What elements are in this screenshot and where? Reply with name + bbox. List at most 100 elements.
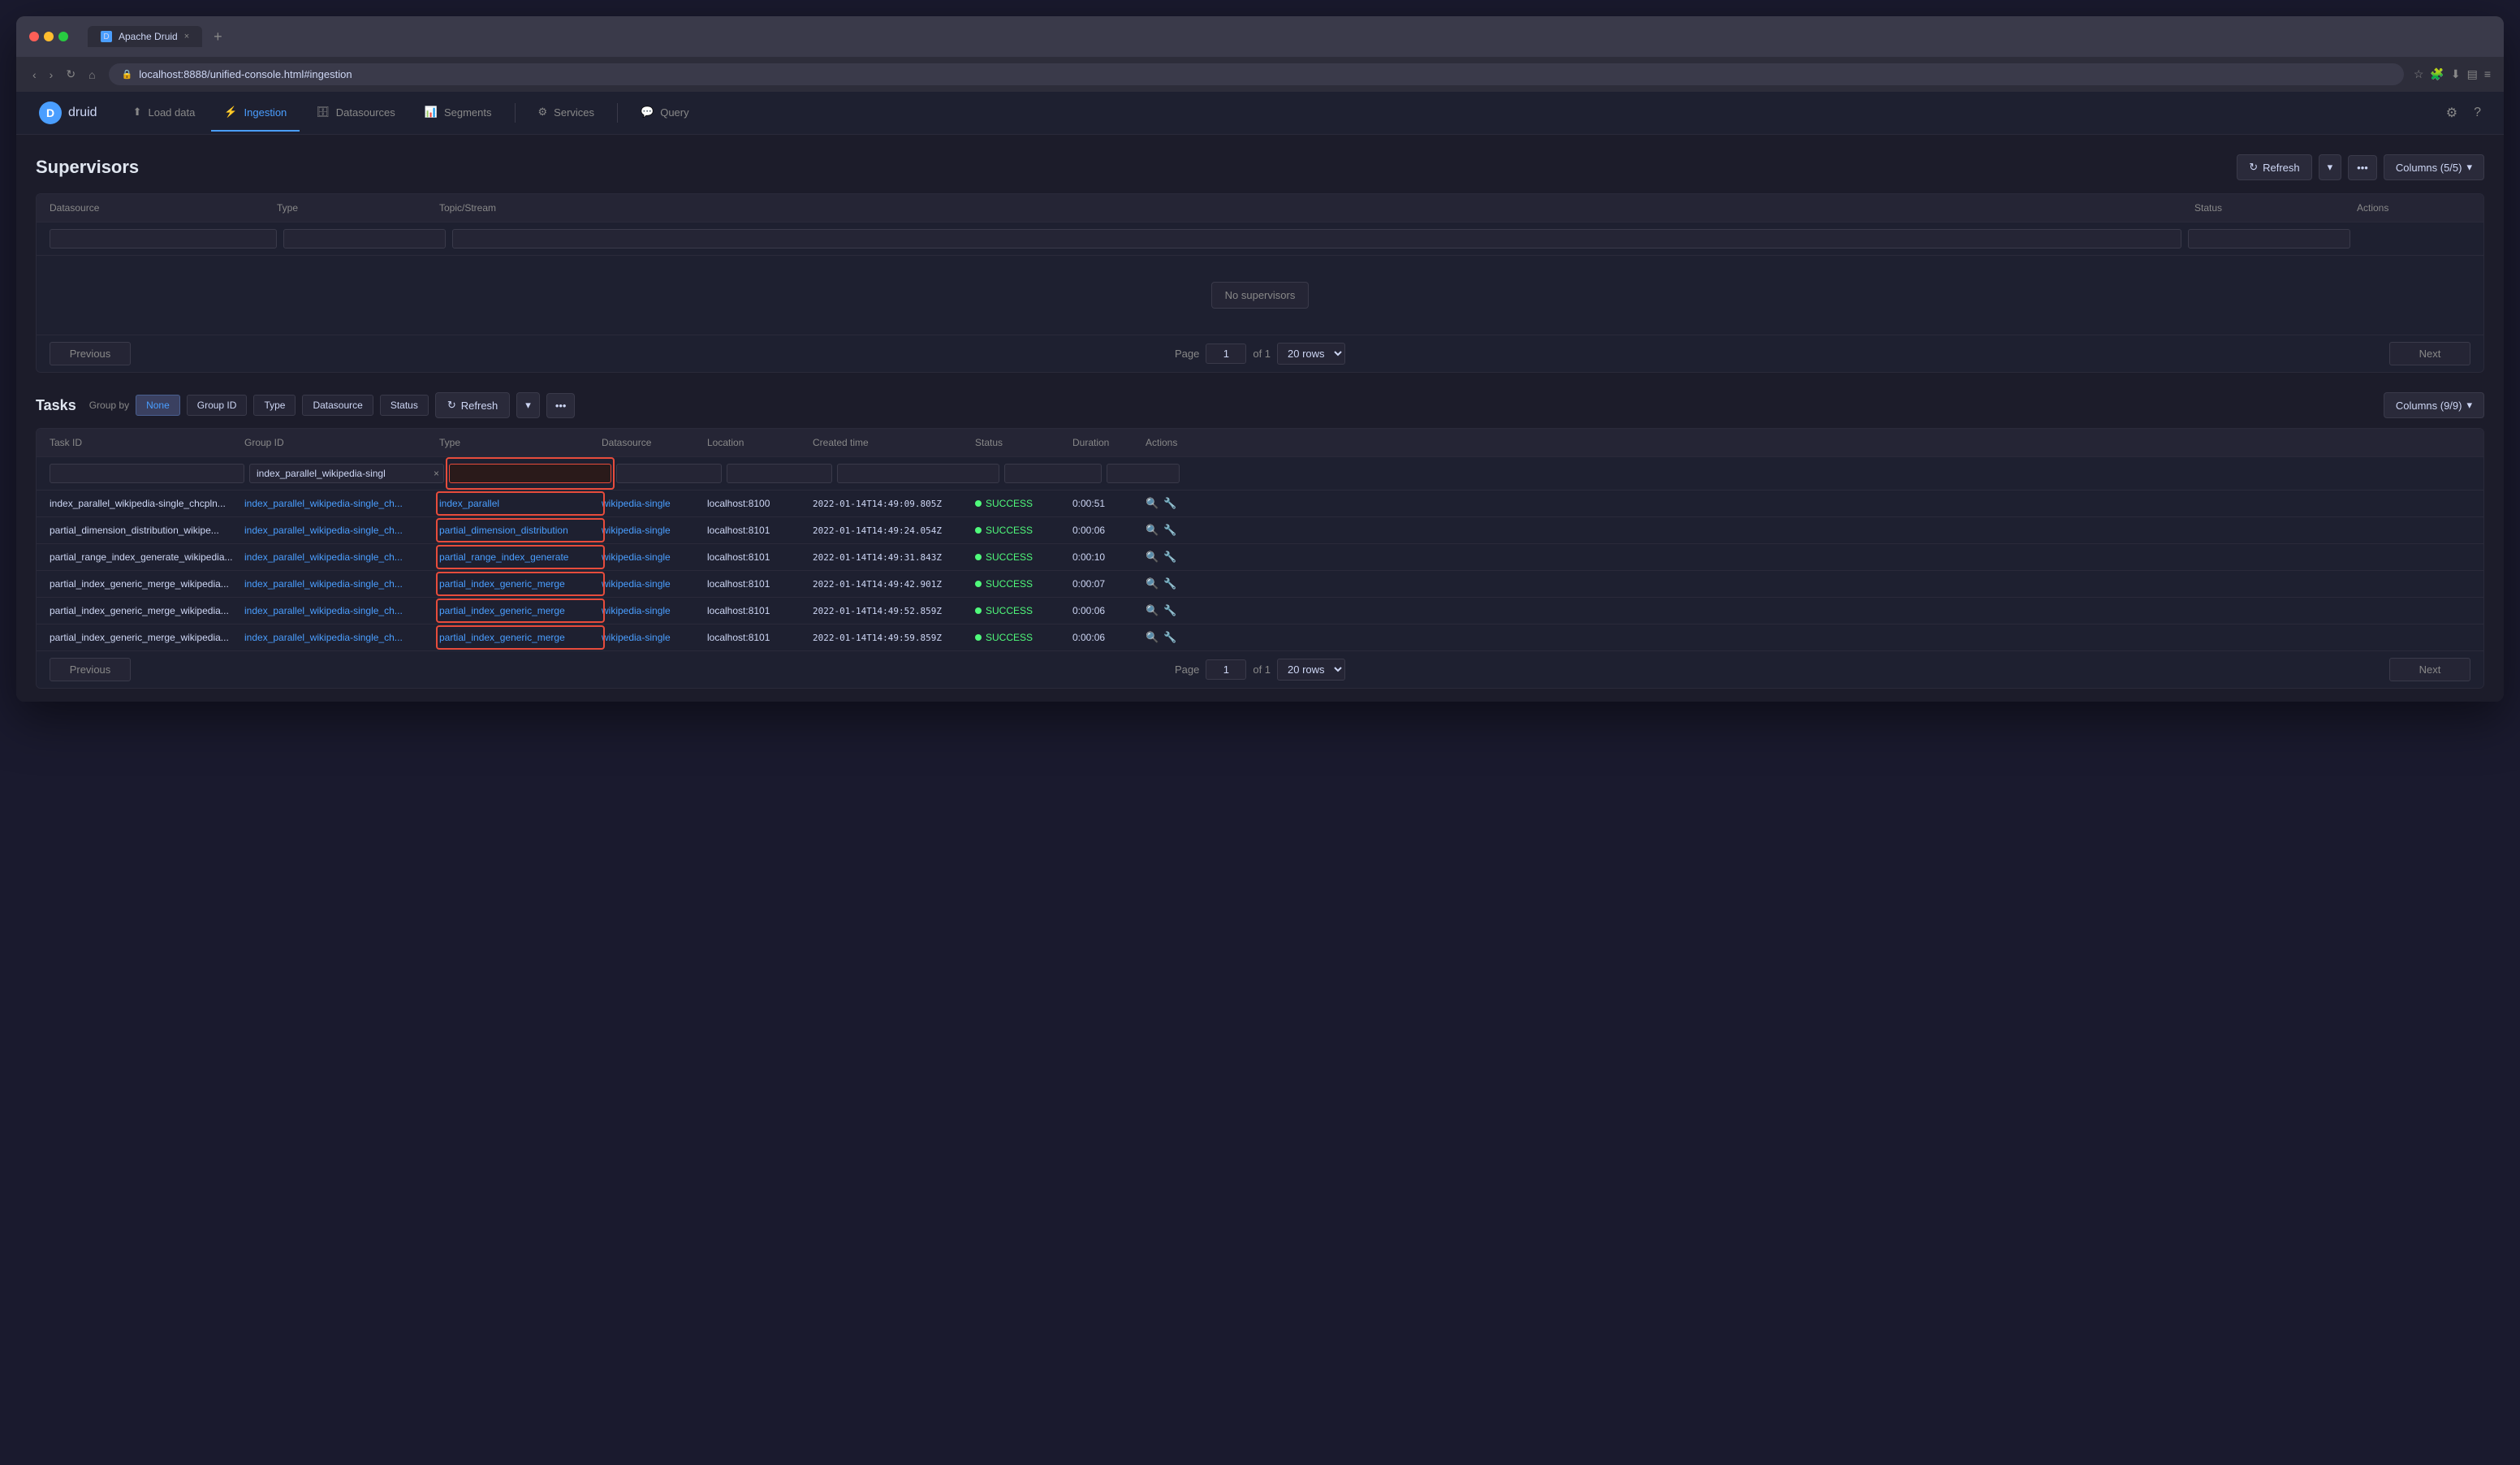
columns-chevron-icon: ▾ — [2466, 161, 2472, 174]
supervisors-page-input[interactable] — [1206, 344, 1246, 364]
row6-wrench-icon[interactable]: 🔧 — [1163, 631, 1176, 644]
row1-status-label: SUCCESS — [986, 498, 1033, 509]
row5-type-wrapper: partial_index_generic_merge — [439, 605, 602, 616]
row2-status-label: SUCCESS — [986, 525, 1033, 536]
row2-wrench-icon[interactable]: 🔧 — [1163, 524, 1176, 537]
nav-item-services[interactable]: ⚙ Services — [525, 94, 608, 132]
supervisors-previous-button[interactable]: Previous — [50, 342, 131, 365]
sidebar-icon[interactable]: ▤ — [2467, 67, 2478, 81]
supervisors-dropdown-button[interactable]: ▾ — [2319, 154, 2342, 180]
nav-item-query[interactable]: 💬 Query — [628, 94, 702, 132]
supervisors-columns-button[interactable]: Columns (5/5) ▾ — [2384, 154, 2484, 180]
row5-datasource[interactable]: wikipedia-single — [602, 605, 707, 616]
tasks-refresh-button[interactable]: ↻ Refresh — [435, 392, 510, 418]
browser-tab[interactable]: D Apache Druid × — [88, 26, 202, 47]
tasks-status-filter[interactable] — [1004, 464, 1102, 483]
tasks-group-id-filter[interactable] — [249, 464, 444, 483]
new-tab-button[interactable]: + — [209, 27, 227, 47]
supervisors-datasource-filter[interactable] — [50, 229, 277, 248]
nav-separator-2 — [617, 103, 618, 123]
close-window-button[interactable] — [29, 32, 39, 41]
row6-group-id[interactable]: index_parallel_wikipedia-single_ch... — [244, 632, 439, 643]
tab-close-button[interactable]: × — [184, 32, 189, 41]
tasks-more-button[interactable]: ••• — [546, 393, 576, 418]
druid-logo[interactable]: D druid — [32, 92, 104, 134]
tasks-group-id-clear-button[interactable]: × — [434, 469, 439, 478]
nav-item-load-data[interactable]: ⬆ Load data — [120, 94, 209, 132]
group-type-button[interactable]: Type — [253, 395, 296, 416]
row5-wrench-icon[interactable]: 🔧 — [1163, 604, 1176, 617]
row1-wrench-icon[interactable]: 🔧 — [1163, 497, 1176, 510]
row1-type[interactable]: index_parallel — [439, 498, 499, 509]
help-button[interactable]: ? — [2467, 98, 2488, 127]
supervisors-status-filter[interactable] — [2188, 229, 2350, 248]
back-button[interactable]: ‹ — [29, 66, 40, 83]
row2-group-id[interactable]: index_parallel_wikipedia-single_ch... — [244, 525, 439, 536]
row6-created: 2022-01-14T14:49:59.859Z — [813, 633, 975, 643]
menu-icon[interactable]: ≡ — [2484, 67, 2491, 81]
supervisors-type-filter[interactable] — [283, 229, 446, 248]
tasks-page-input[interactable] — [1206, 659, 1246, 680]
downloads-icon[interactable]: ⬇ — [2451, 67, 2461, 81]
extensions-icon[interactable]: 🧩 — [2430, 67, 2444, 81]
row1-datasource[interactable]: wikipedia-single — [602, 498, 707, 509]
group-datasource-button[interactable]: Datasource — [302, 395, 373, 416]
tasks-duration-filter[interactable] — [1107, 464, 1180, 483]
tasks-location-filter[interactable] — [727, 464, 832, 483]
tasks-task-id-filter[interactable] — [50, 464, 244, 483]
row4-view-icon[interactable]: 🔍 — [1146, 577, 1159, 590]
row2-datasource[interactable]: wikipedia-single — [602, 525, 707, 536]
settings-button[interactable]: ⚙ — [2440, 98, 2464, 127]
row1-view-icon[interactable]: 🔍 — [1146, 497, 1159, 510]
supervisors-pagination-center: Page of 1 20 rows — [1175, 343, 1345, 365]
tasks-rows-select[interactable]: 20 rows — [1277, 659, 1345, 681]
row4-wrench-icon[interactable]: 🔧 — [1163, 577, 1176, 590]
row1-group-id[interactable]: index_parallel_wikipedia-single_ch... — [244, 498, 439, 509]
row2-type[interactable]: partial_dimension_distribution — [439, 525, 568, 536]
tasks-refresh-dropdown-button[interactable]: ▾ — [516, 392, 540, 418]
row5-type[interactable]: partial_index_generic_merge — [439, 605, 565, 616]
forward-button[interactable]: › — [46, 66, 57, 83]
row2-view-icon[interactable]: 🔍 — [1146, 524, 1159, 537]
group-status-button[interactable]: Status — [380, 395, 429, 416]
group-none-button[interactable]: None — [136, 395, 180, 416]
home-button[interactable]: ⌂ — [85, 66, 98, 83]
row3-type[interactable]: partial_range_index_generate — [439, 551, 568, 563]
supervisors-rows-select[interactable]: 20 rows — [1277, 343, 1345, 365]
row3-view-icon[interactable]: 🔍 — [1146, 551, 1159, 564]
row4-location: localhost:8101 — [707, 578, 813, 590]
row4-datasource[interactable]: wikipedia-single — [602, 578, 707, 590]
row5-view-icon[interactable]: 🔍 — [1146, 604, 1159, 617]
row3-datasource[interactable]: wikipedia-single — [602, 551, 707, 563]
tasks-previous-button[interactable]: Previous — [50, 658, 131, 681]
row6-type[interactable]: partial_index_generic_merge — [439, 632, 565, 643]
row4-group-id[interactable]: index_parallel_wikipedia-single_ch... — [244, 578, 439, 590]
tasks-datasource-filter[interactable] — [616, 464, 722, 483]
row6-view-icon[interactable]: 🔍 — [1146, 631, 1159, 644]
nav-item-datasources[interactable]: 🗄 Datasources — [303, 94, 408, 132]
supervisors-refresh-button[interactable]: ↻ Refresh — [2237, 154, 2311, 180]
supervisors-next-button[interactable]: Next — [2389, 342, 2470, 365]
tasks-type-filter[interactable] — [449, 464, 611, 483]
row6-datasource[interactable]: wikipedia-single — [602, 632, 707, 643]
url-bar[interactable]: 🔒 localhost:8888/unified-console.html#in… — [109, 63, 2404, 85]
row3-group-id[interactable]: index_parallel_wikipedia-single_ch... — [244, 551, 439, 563]
row4-type[interactable]: partial_index_generic_merge — [439, 578, 565, 590]
bookmark-icon[interactable]: ☆ — [2414, 67, 2424, 81]
nav-item-ingestion[interactable]: ⚡ Ingestion — [211, 94, 300, 132]
supervisors-more-button[interactable]: ••• — [2348, 155, 2377, 180]
tasks-next-button[interactable]: Next — [2389, 658, 2470, 681]
tasks-columns-button[interactable]: Columns (9/9) ▾ — [2384, 392, 2484, 418]
nav-item-segments[interactable]: 📊 Segments — [412, 94, 505, 132]
maximize-window-button[interactable] — [58, 32, 68, 41]
tasks-col-datasource: Datasource — [602, 437, 707, 448]
row3-wrench-icon[interactable]: 🔧 — [1163, 551, 1176, 564]
group-id-button[interactable]: Group ID — [187, 395, 248, 416]
minimize-window-button[interactable] — [44, 32, 54, 41]
row5-group-id[interactable]: index_parallel_wikipedia-single_ch... — [244, 605, 439, 616]
tasks-created-filter[interactable] — [837, 464, 999, 483]
row3-task-id: partial_range_index_generate_wikipedia..… — [50, 551, 244, 563]
supervisors-topic-filter[interactable] — [452, 229, 2181, 248]
tasks-col-location: Location — [707, 437, 813, 448]
reload-button[interactable]: ↻ — [63, 66, 79, 83]
